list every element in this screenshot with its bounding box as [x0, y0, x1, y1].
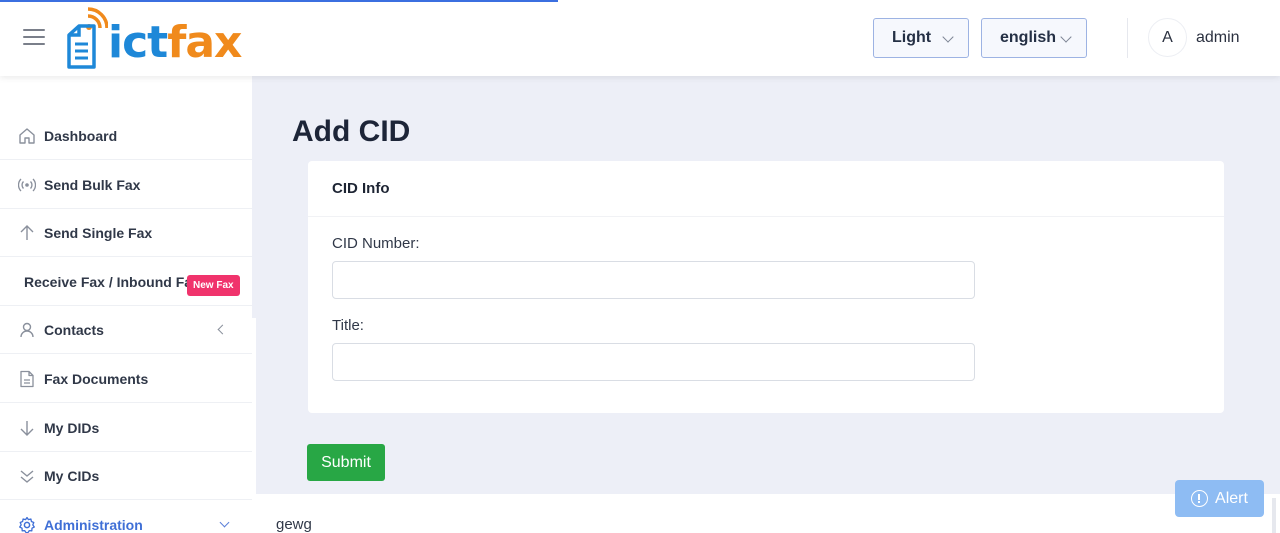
- username[interactable]: admin: [1196, 29, 1240, 47]
- language-select-value: english: [1000, 29, 1057, 46]
- sidebar-item-label: Administration: [44, 516, 143, 533]
- sidebar-item-label: Receive Fax / Inbound Fax: [24, 273, 200, 290]
- footer: gewg: [256, 494, 1280, 533]
- scrollbar[interactable]: [1272, 498, 1276, 533]
- alert-label: Alert: [1215, 489, 1248, 507]
- title-label: Title:: [332, 317, 364, 334]
- avatar[interactable]: A: [1148, 18, 1187, 57]
- sidebar-item-receive-fax[interactable]: Receive Fax / Inbound Fax New Fax: [0, 258, 252, 306]
- arrow-up-icon: [20, 225, 34, 240]
- submit-button[interactable]: Submit: [307, 444, 385, 481]
- logo[interactable]: ict fax: [66, 7, 242, 69]
- broadcast-icon: [18, 178, 36, 192]
- sidebar-item-send-bulk-fax[interactable]: Send Bulk Fax: [0, 161, 252, 209]
- sidebar: Dashboard Send Bulk Fax Send Single Fax …: [0, 76, 252, 533]
- footer-text: gewg: [276, 516, 312, 533]
- sidebar-edge: [252, 318, 256, 533]
- page-title: Add CID: [292, 115, 411, 148]
- user-icon: [20, 322, 34, 338]
- header-divider: [1127, 18, 1128, 58]
- sidebar-item-contacts[interactable]: Contacts: [0, 306, 252, 354]
- sidebar-item-send-single-fax[interactable]: Send Single Fax: [0, 209, 252, 257]
- double-chevron-down-icon: [20, 470, 34, 483]
- sidebar-item-dashboard[interactable]: Dashboard: [0, 112, 252, 160]
- logo-text-ict: ict: [108, 17, 168, 68]
- chevron-down-icon: [219, 517, 230, 528]
- sidebar-item-label: Dashboard: [44, 127, 118, 144]
- sidebar-item-label: Fax Documents: [44, 370, 149, 387]
- cid-number-label: CID Number:: [332, 235, 420, 252]
- sidebar-item-my-dids[interactable]: My DIDs: [0, 404, 252, 452]
- card-title: CID Info: [332, 180, 390, 197]
- logo-text-fax: fax: [167, 17, 242, 68]
- sidebar-item-label: Send Single Fax: [44, 224, 153, 241]
- document-icon: [20, 370, 34, 388]
- title-input[interactable]: [332, 343, 975, 381]
- cid-info-card: CID Info CID Number: Title:: [308, 161, 1224, 413]
- loading-progress-bar: [0, 0, 558, 2]
- cid-number-input[interactable]: [332, 261, 975, 299]
- sidebar-item-label: My CIDs: [44, 467, 100, 484]
- new-fax-badge: New Fax: [187, 275, 240, 296]
- language-select[interactable]: english: [981, 18, 1087, 58]
- theme-select-value: Light: [892, 29, 932, 46]
- home-icon: [19, 128, 35, 144]
- theme-select[interactable]: Light: [873, 18, 969, 58]
- info-circle-icon: [1191, 490, 1209, 507]
- sidebar-item-label: Contacts: [44, 321, 104, 338]
- chevron-left-icon: [217, 324, 228, 335]
- sidebar-item-my-cids[interactable]: My CIDs: [0, 452, 252, 500]
- sidebar-item-label: My DIDs: [44, 419, 100, 436]
- arrow-down-icon: [20, 421, 34, 436]
- sidebar-item-fax-documents[interactable]: Fax Documents: [0, 355, 252, 403]
- top-bar: ict fax Light english A admin: [0, 0, 1280, 76]
- alert-button[interactable]: Alert: [1175, 480, 1264, 517]
- hamburger-icon[interactable]: [23, 29, 45, 47]
- sidebar-item-label: Send Bulk Fax: [44, 176, 141, 193]
- sidebar-item-administration[interactable]: Administration: [0, 501, 252, 533]
- chevron-down-icon: [1060, 31, 1072, 43]
- chevron-down-icon: [942, 31, 954, 43]
- card-header: CID Info: [308, 161, 1224, 217]
- gear-icon: [19, 516, 35, 533]
- fax-document-logo-icon: [67, 7, 108, 69]
